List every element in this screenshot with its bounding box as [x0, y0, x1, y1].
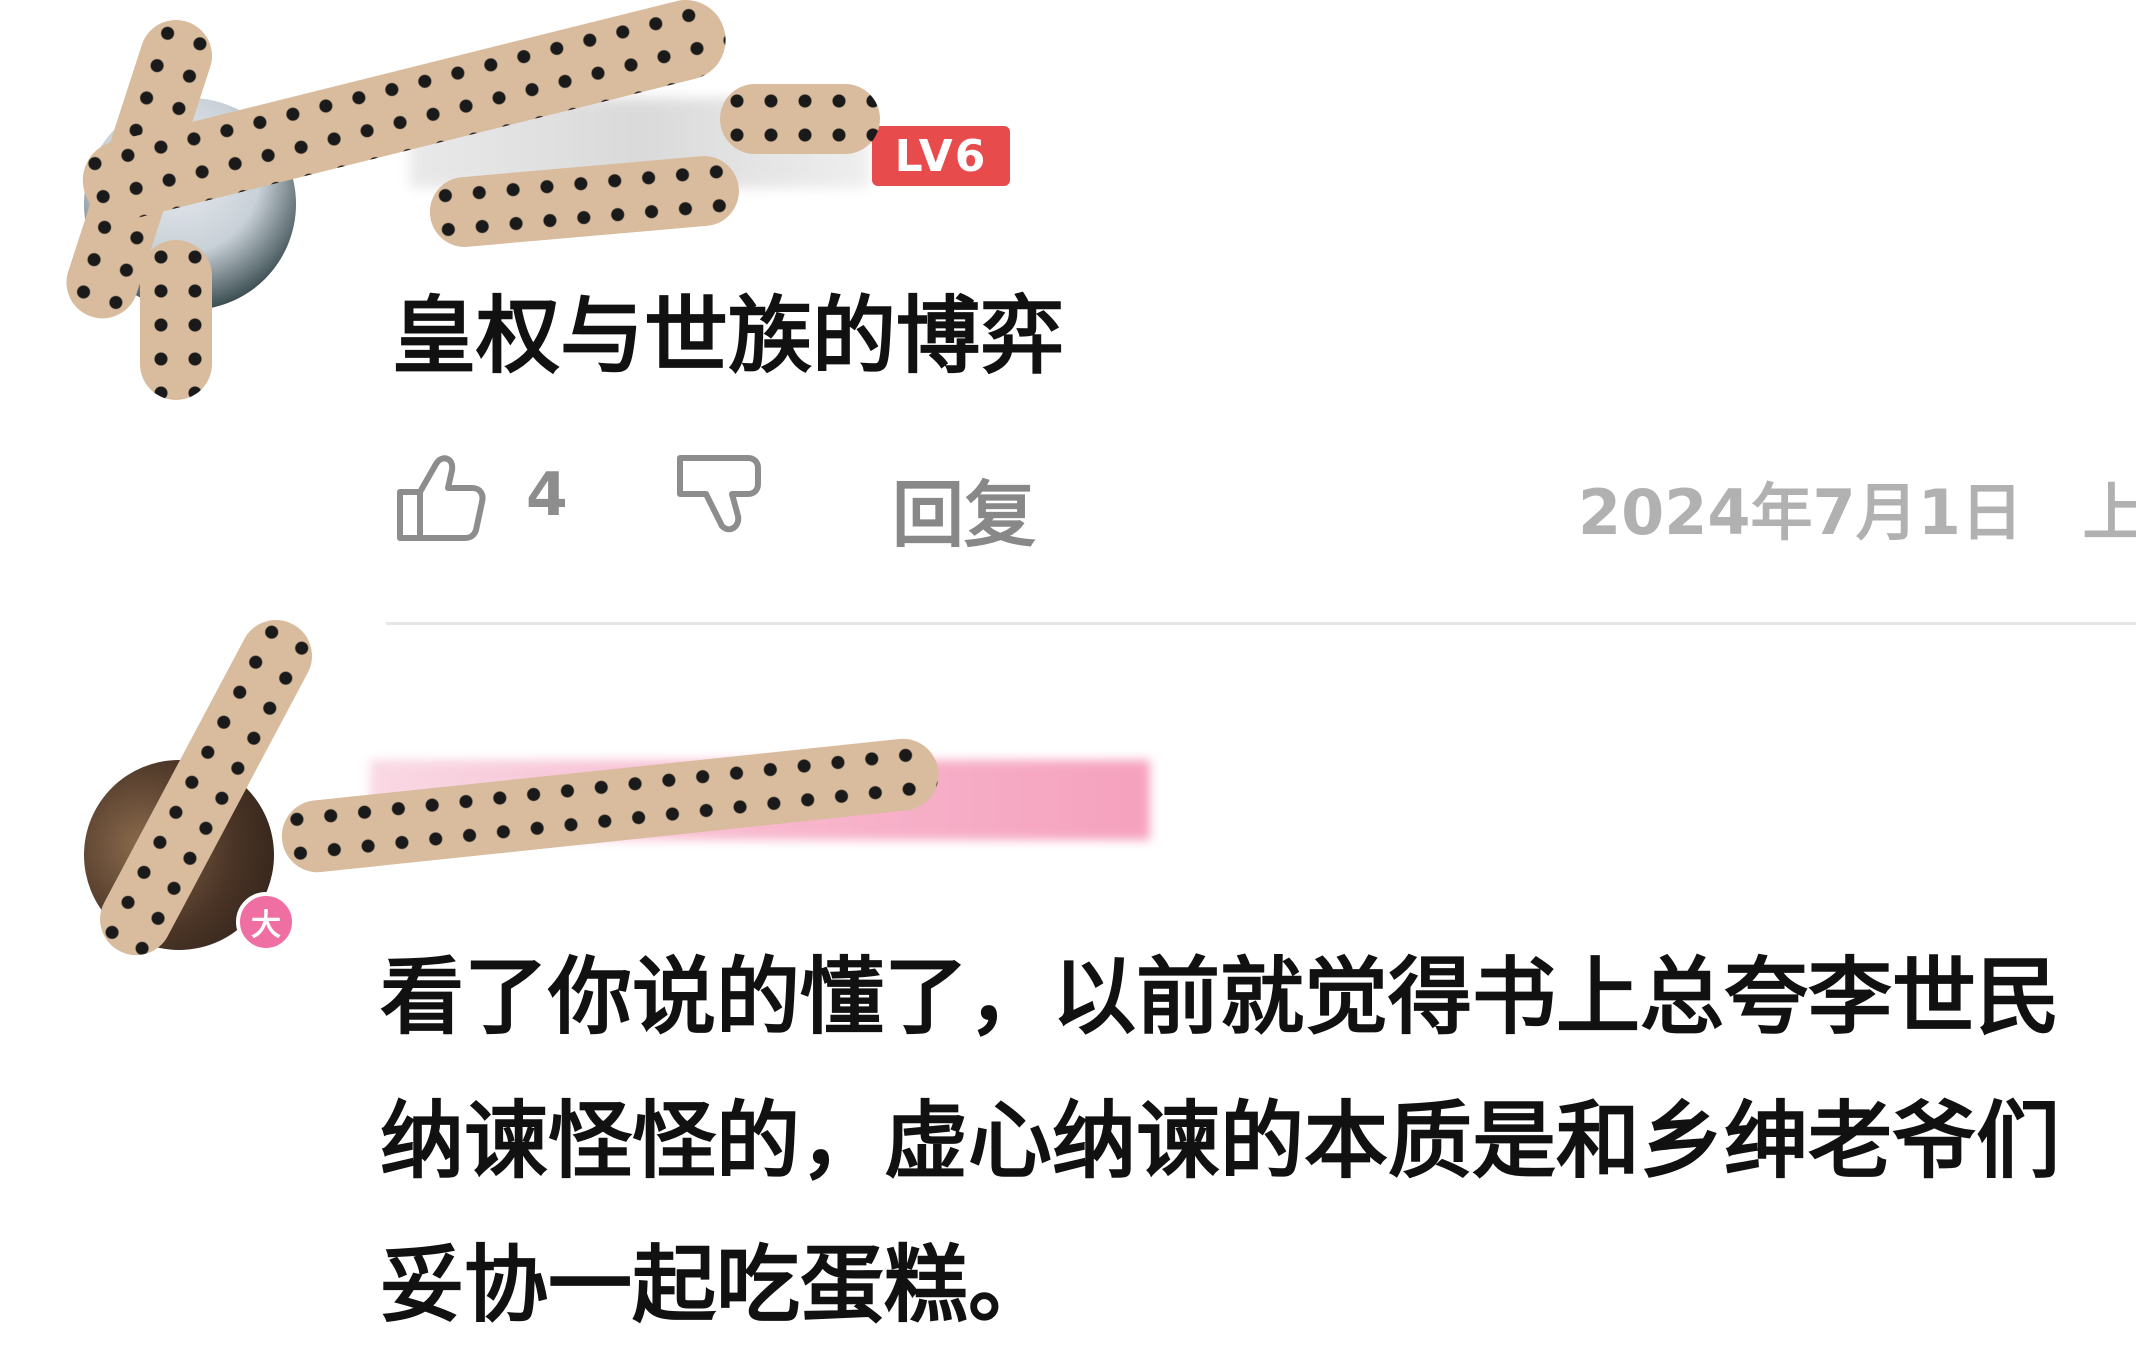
reply-button[interactable]: 回复: [892, 456, 1036, 561]
avatar-badge: 大: [236, 892, 296, 952]
redaction-scribble: [720, 84, 880, 154]
thumbs-down-icon: [677, 455, 761, 533]
comment-date: 2024年7月1日: [1578, 476, 2023, 549]
level-badge: LV6: [872, 126, 1010, 186]
thumbs-up-icon: [397, 455, 486, 541]
comment-text: 看了你说的懂了，以前就觉得书上总夸李世民纳谏怪怪的，虚心纳谏的本质是和乡绅老爷们…: [380, 948, 2061, 1334]
comment-meta: 2024年7月1日 上海: [1578, 462, 2136, 552]
redaction-scribble: [278, 735, 943, 876]
divider: [386, 622, 2136, 625]
dislike-button[interactable]: [672, 448, 772, 548]
redaction-scribble: [140, 240, 212, 400]
like-button[interactable]: [392, 448, 492, 548]
comment-location: 上海: [2082, 476, 2136, 549]
like-count: 4: [526, 460, 568, 530]
comment-text: 皇权与世族的博弈: [392, 287, 1065, 385]
